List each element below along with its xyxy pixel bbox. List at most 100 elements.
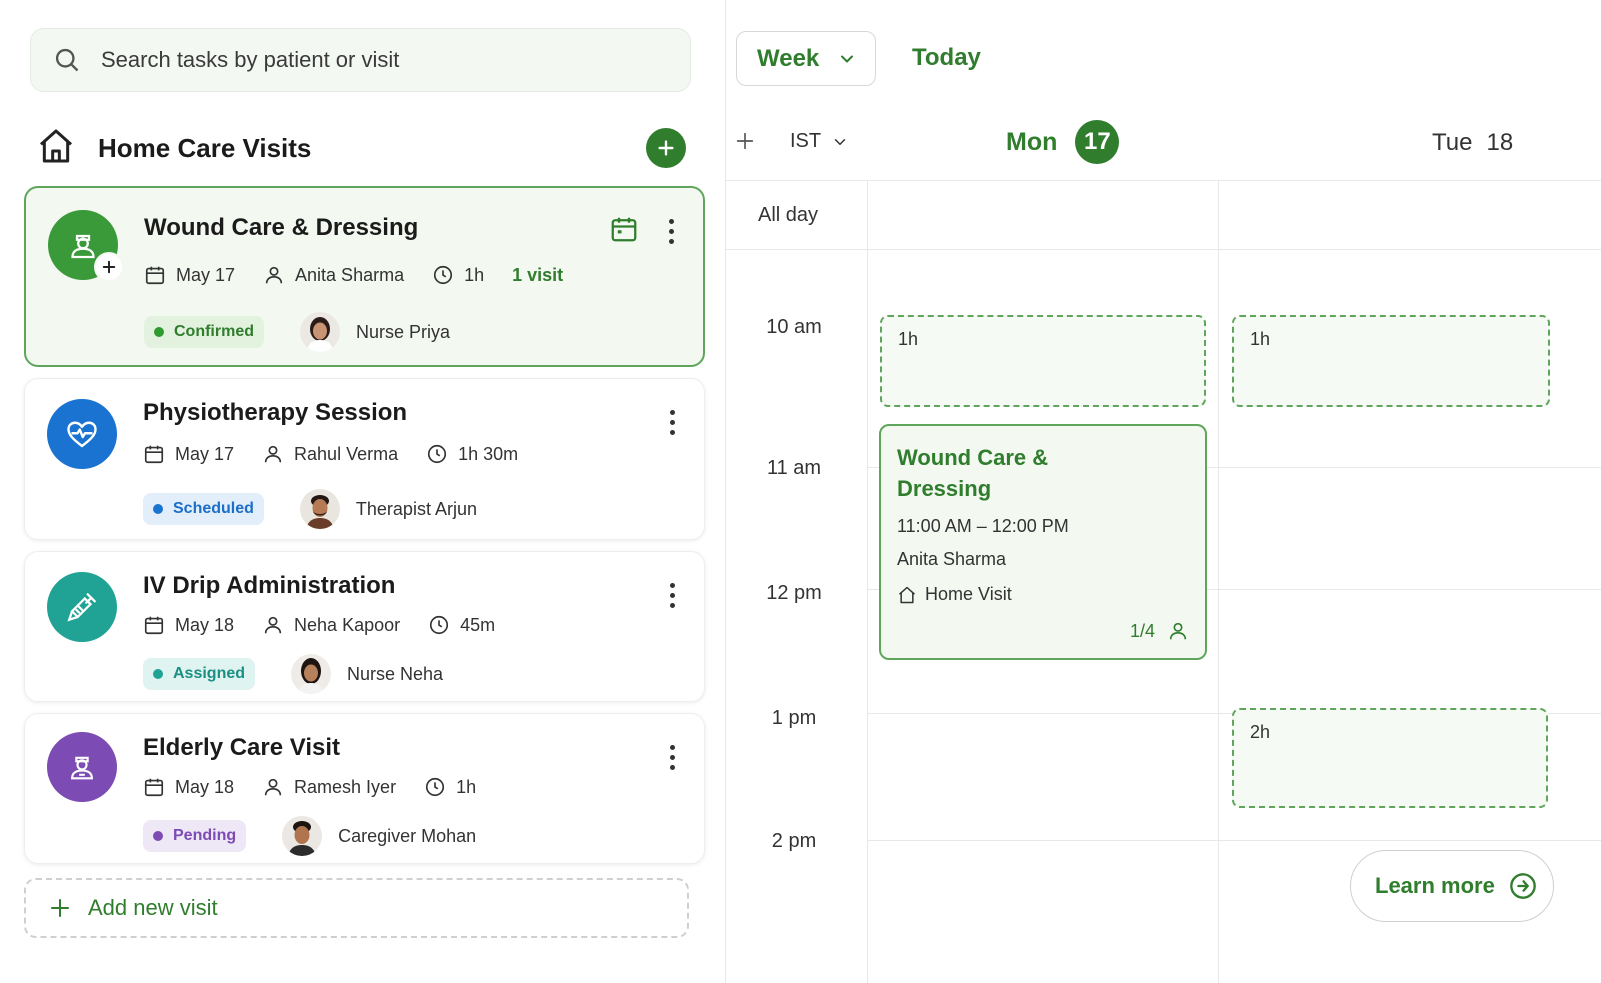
day-header-tue[interactable]: Tue 18 xyxy=(1432,129,1513,157)
more-options-button[interactable] xyxy=(668,745,676,775)
slot-duration: 1h xyxy=(898,329,919,349)
calendar-icon xyxy=(145,266,165,285)
today-button[interactable]: Today xyxy=(912,44,981,72)
caregiver: Nurse Priya xyxy=(300,312,450,352)
day-name: Mon xyxy=(1006,127,1058,156)
hour-label: 11 am xyxy=(766,457,822,479)
grid-line xyxy=(1218,180,1219,983)
visit-status-row: Assigned Nurse Neha xyxy=(143,654,443,694)
caregiver: Therapist Arjun xyxy=(299,489,477,529)
available-slot[interactable]: 2h xyxy=(1232,708,1548,808)
arrow-right-circle-icon xyxy=(1509,873,1536,899)
plus-icon xyxy=(51,899,69,917)
caregiver: Caregiver Mohan xyxy=(282,816,476,856)
day-number: 18 xyxy=(1486,129,1514,156)
event-location: Home Visit xyxy=(897,584,1189,605)
view-select[interactable]: Week xyxy=(736,31,876,86)
clock-icon xyxy=(434,265,453,285)
available-slot[interactable]: 1h xyxy=(880,315,1206,407)
learn-more-button[interactable]: Learn more xyxy=(1350,850,1554,922)
visit-card-iv-drip[interactable]: IV Drip Administration May 18 Neha Kapoo… xyxy=(24,551,705,702)
hour-label: 2 pm xyxy=(771,830,817,852)
event-time: 11:00 AM – 12:00 PM xyxy=(897,516,1069,536)
syringe-icon xyxy=(47,572,117,642)
event-title: Wound Care & Dressing xyxy=(897,445,1049,501)
user-icon xyxy=(264,778,282,796)
event-patient: Anita Sharma xyxy=(897,549,1007,569)
plus-icon xyxy=(658,140,674,156)
status-badge: Confirmed xyxy=(144,316,264,348)
caregiver-avatar xyxy=(282,816,323,856)
clock-icon xyxy=(428,444,447,464)
all-day-label: All day xyxy=(758,204,819,226)
add-new-visit-button[interactable]: Add new visit xyxy=(24,878,689,938)
visit-duration: 45m xyxy=(460,614,496,635)
add-visit-button[interactable] xyxy=(646,128,686,168)
calendar-event[interactable]: Wound Care & Dressing 11:00 AM – 12:00 P… xyxy=(879,424,1207,660)
user-icon xyxy=(1169,622,1187,640)
caregiver-avatar xyxy=(300,312,340,352)
user-icon xyxy=(264,616,282,634)
patient-name: Anita Sharma xyxy=(295,264,405,285)
task-list-panel: Home Care Visits Wound Care & Dressing M… xyxy=(0,0,726,983)
caregiver-avatar xyxy=(291,654,332,694)
calendar-icon[interactable] xyxy=(609,214,639,244)
grid-line xyxy=(726,249,1601,250)
visit-title: IV Drip Administration xyxy=(143,572,396,599)
visit-card-physiotherapy[interactable]: Physiotherapy Session May 17 Rahul Verma… xyxy=(24,378,705,540)
heart-pulse-icon xyxy=(47,399,117,469)
grid-line xyxy=(867,180,868,983)
available-slot[interactable]: 1h xyxy=(1232,315,1550,407)
visit-title: Elderly Care Visit xyxy=(143,734,340,761)
caregiver: Nurse Neha xyxy=(291,654,443,694)
slot-duration: 2h xyxy=(1250,722,1271,742)
visit-date: May 17 xyxy=(175,443,235,464)
caregiver-avatar xyxy=(299,489,340,529)
status-badge: Scheduled xyxy=(143,493,264,525)
visit-card-elderly-care[interactable]: Elderly Care Visit May 18 Ramesh Iyer 1h… xyxy=(24,713,705,864)
visit-meta: May 17 Rahul Verma 1h 30m xyxy=(143,443,546,465)
grid-line xyxy=(867,840,1601,841)
visit-duration: 1h xyxy=(464,264,485,285)
calendar-icon xyxy=(144,616,164,635)
day-header-mon[interactable]: Mon 17 xyxy=(1006,120,1120,164)
patient-name: Rahul Verma xyxy=(294,443,399,464)
attendee-count: 1/4 xyxy=(1130,620,1189,642)
visit-date: May 18 xyxy=(175,776,235,797)
visit-duration: 1h 30m xyxy=(458,443,519,464)
caregiver-name: Nurse Neha xyxy=(347,663,444,684)
more-options-button[interactable] xyxy=(668,583,676,613)
list-title: Home Care Visits xyxy=(98,132,312,163)
add-badge-icon xyxy=(94,252,124,282)
slot-duration: 1h xyxy=(1250,329,1271,349)
status-badge: Assigned xyxy=(143,658,256,690)
timezone-select[interactable]: IST xyxy=(790,130,849,153)
search-input[interactable] xyxy=(101,47,661,73)
caregiver-name: Therapist Arjun xyxy=(355,498,477,519)
timezone-label: IST xyxy=(790,130,822,152)
user-icon xyxy=(265,266,283,284)
calendar-panel: Week Today IST Mon 17 Tue 18 All day 10 a… xyxy=(726,0,1601,983)
visit-card-wound-care[interactable]: Wound Care & Dressing May 17 Anita Sharm… xyxy=(24,186,705,367)
visit-title: Wound Care & Dressing xyxy=(144,214,419,241)
chevron-down-icon xyxy=(834,138,846,145)
search-icon xyxy=(55,48,79,72)
chevron-down-icon xyxy=(841,55,854,62)
patient-name: Ramesh Iyer xyxy=(294,776,397,797)
caregiver-name: Caregiver Mohan xyxy=(338,825,477,846)
home-icon xyxy=(899,586,915,603)
visit-title: Physiotherapy Session xyxy=(143,399,408,426)
add-new-visit-label: Add new visit xyxy=(88,895,218,920)
more-options-button[interactable] xyxy=(667,219,675,249)
visit-date: May 18 xyxy=(175,614,235,635)
user-icon xyxy=(264,445,282,463)
view-label: Week xyxy=(757,44,820,72)
add-timezone-icon[interactable] xyxy=(734,130,756,152)
search-bar[interactable] xyxy=(30,28,691,92)
clock-icon xyxy=(430,615,449,635)
hour-label: 10 am xyxy=(766,316,822,338)
clock-icon xyxy=(426,777,445,797)
more-options-button[interactable] xyxy=(668,410,676,440)
visit-status-row: Pending Caregiver Mohan xyxy=(143,816,476,856)
caregiver-icon xyxy=(47,732,117,802)
